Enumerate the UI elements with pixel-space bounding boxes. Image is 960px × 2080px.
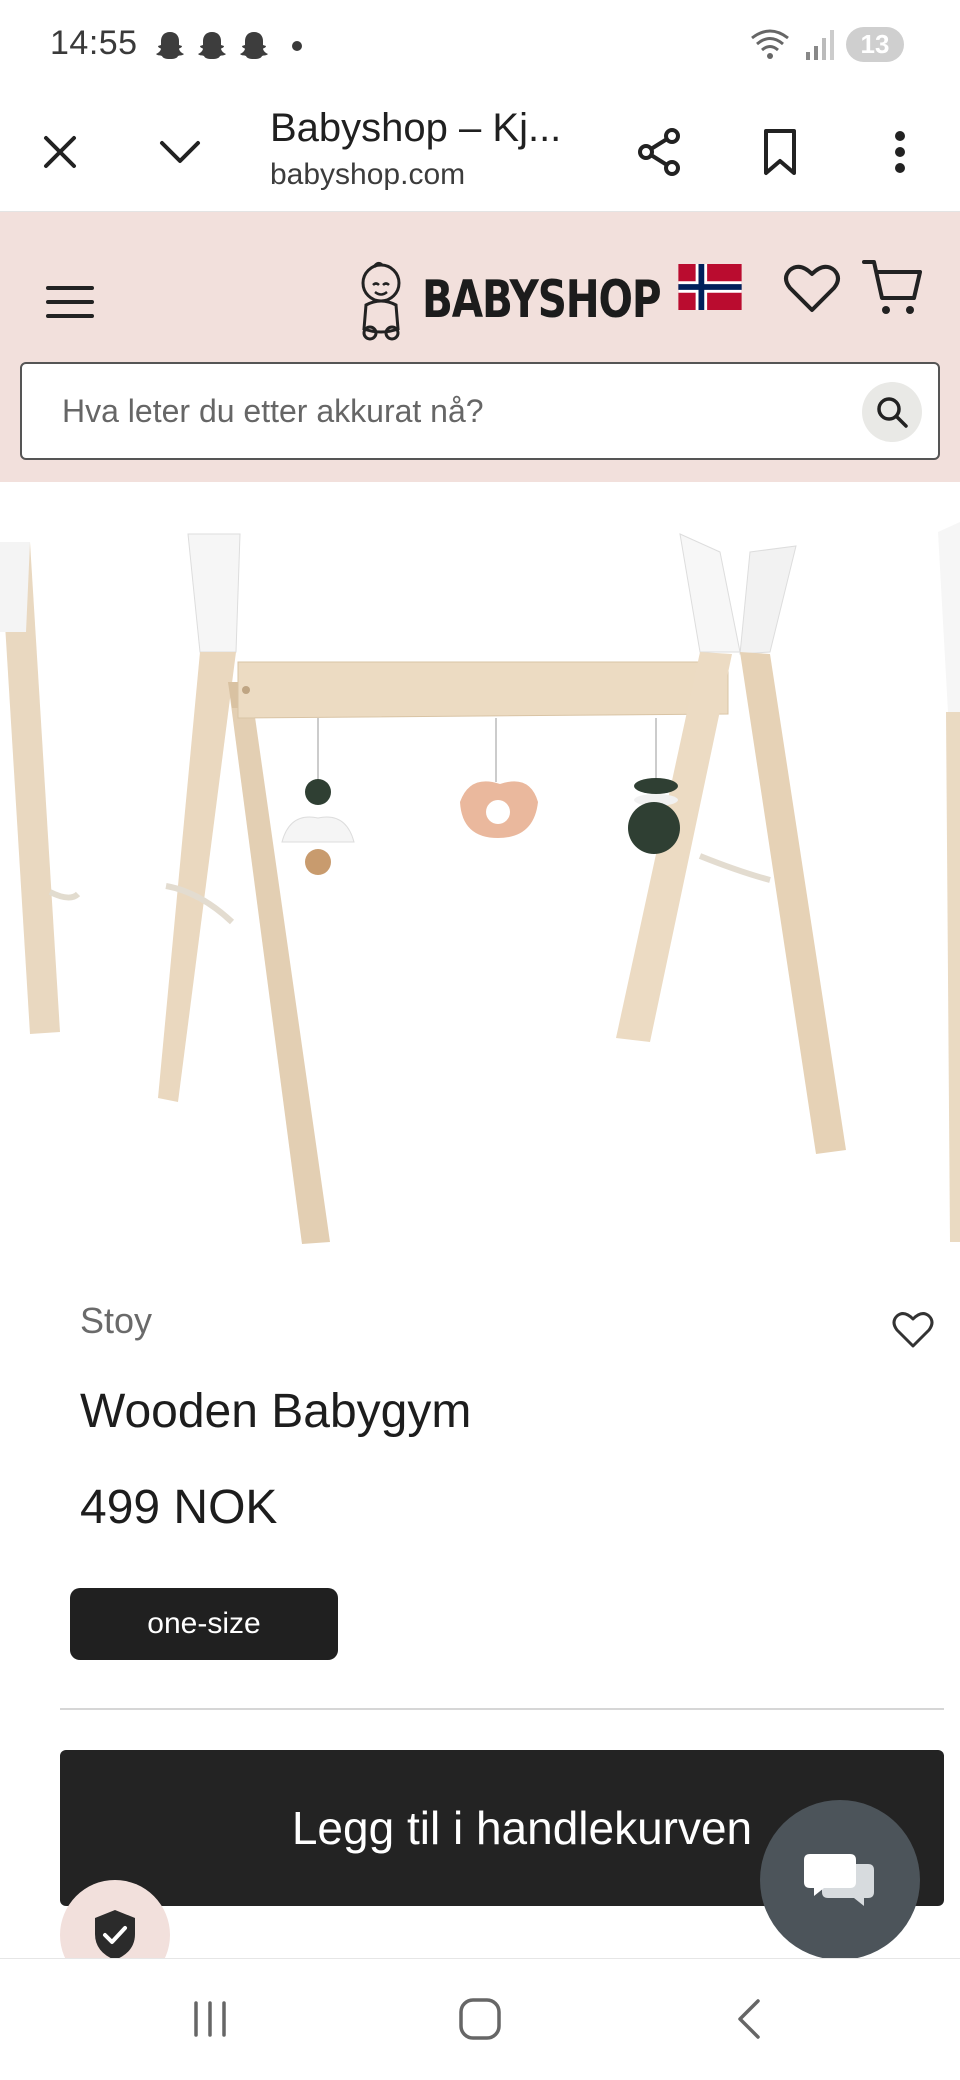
hamburger-icon: [46, 286, 94, 318]
size-option-one-size[interactable]: one-size: [70, 1588, 338, 1660]
heart-icon: [892, 1312, 934, 1348]
add-to-wishlist-button[interactable]: [890, 1306, 936, 1352]
divider: [60, 1708, 944, 1710]
back-button[interactable]: [708, 1989, 788, 2049]
search-input[interactable]: [62, 364, 842, 458]
search-button[interactable]: [862, 382, 922, 442]
search-box: [20, 362, 940, 460]
signal-icon: [806, 30, 834, 60]
product-brand[interactable]: Stoy: [80, 1300, 152, 1342]
product-name: Wooden Babygym: [80, 1385, 472, 1438]
home-button[interactable]: [440, 1989, 520, 2049]
chat-icon: [804, 1854, 874, 1906]
more-vert-icon: [895, 131, 905, 173]
snapchat-icon: [156, 32, 184, 59]
recent-apps-button[interactable]: [170, 1989, 250, 2049]
menu-button[interactable]: [40, 272, 100, 332]
site-logo[interactable]: BABYSHOP: [352, 250, 728, 350]
snapchat-icon: [240, 32, 268, 59]
battery-indicator: 13: [846, 26, 904, 62]
chat-button[interactable]: [760, 1800, 920, 1960]
notification-icons: [152, 28, 302, 64]
more-notifications-dot: [292, 41, 302, 51]
bookmark-icon: [764, 129, 796, 175]
site-header: BABYSHOP: [0, 212, 960, 482]
status-right-icons: 13: [748, 26, 904, 62]
status-time: 14:55: [50, 24, 138, 62]
heart-icon: [784, 264, 840, 312]
collapse-button[interactable]: [144, 116, 216, 188]
page-url: babyshop.com: [270, 158, 466, 191]
product-image-gallery[interactable]: [0, 482, 960, 1282]
page-title: Babyshop – Kj...: [270, 106, 562, 150]
share-button[interactable]: [624, 116, 696, 188]
bookmark-button[interactable]: [744, 116, 816, 188]
cart-button[interactable]: [860, 254, 926, 320]
product-image: [0, 522, 960, 1244]
browser-title-area[interactable]: Babyshop – Kj... babyshop.com: [270, 98, 590, 192]
favorites-button[interactable]: [780, 256, 844, 320]
browser-menu-button[interactable]: [864, 116, 936, 188]
wifi-icon: [751, 29, 789, 59]
country-selector[interactable]: [678, 264, 742, 310]
close-icon: [44, 136, 76, 168]
status-bar: 14:55 13: [0, 0, 960, 92]
product-price: 499 NOK: [80, 1481, 278, 1534]
system-nav-bar: [0, 1958, 960, 2080]
home-icon: [459, 1998, 501, 2040]
shield-check-icon: [95, 1910, 135, 1960]
back-icon: [738, 1999, 760, 2039]
cart-icon: [862, 260, 922, 314]
chevron-down-icon: [160, 141, 200, 163]
logo-text: BABYSHOP: [422, 270, 662, 330]
norway-flag-icon: [678, 264, 742, 310]
snapchat-icon: [198, 32, 226, 59]
browser-toolbar: Babyshop – Kj... babyshop.com: [0, 92, 960, 212]
share-icon: [638, 128, 680, 176]
search-icon: [877, 397, 908, 428]
recent-apps-icon: [194, 2001, 226, 2037]
close-button[interactable]: [24, 116, 96, 188]
baby-logo-icon: [361, 261, 401, 341]
